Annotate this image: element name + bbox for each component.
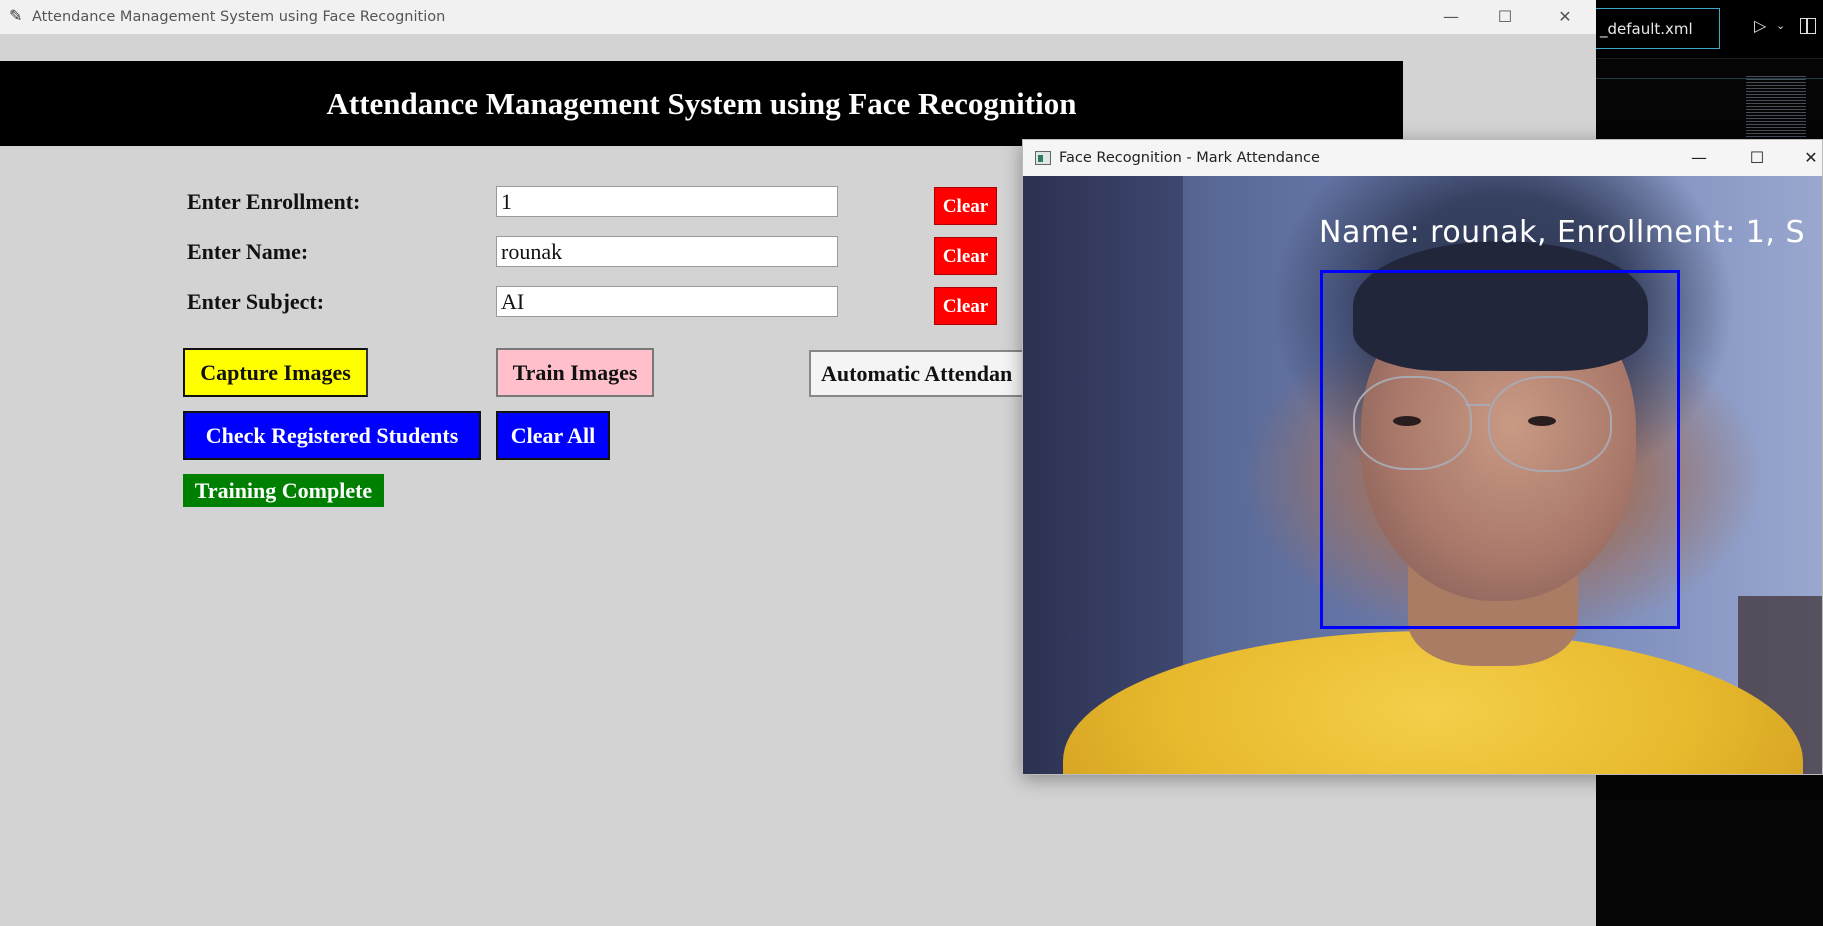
opencv-window-icon [1035,151,1051,165]
minimize-button[interactable]: — [1426,0,1476,34]
name-label: Enter Name: [187,239,309,264]
close-button[interactable]: ✕ [1540,0,1590,34]
camera-feed: Name: rounak, Enrollment: 1, S [1023,176,1822,774]
page-title: Attendance Management System using Face … [0,61,1403,146]
capture-images-button[interactable]: Capture Images [183,348,368,397]
automatic-attendance-button[interactable]: Automatic Attendan [809,350,1049,397]
enrollment-label: Enter Enrollment: [187,189,361,214]
subject-label: Enter Subject: [187,289,325,314]
subject-input[interactable]: AI [496,286,838,317]
clear-subject-button[interactable]: Clear [934,287,997,325]
face-detection-box [1320,270,1680,629]
editor-minimap[interactable] [1746,76,1806,138]
maximize-button[interactable]: ☐ [1480,0,1530,34]
face-window-title: Face Recognition - Mark Attendance [1059,150,1320,166]
split-editor-icon[interactable] [1800,18,1816,34]
enrollment-input[interactable]: 1 [496,186,838,217]
clear-all-button[interactable]: Clear All [496,411,610,460]
clear-enrollment-button[interactable]: Clear [934,187,997,225]
face-minimize-button[interactable]: — [1671,140,1727,176]
editor-tab[interactable]: _default.xml [1596,8,1720,49]
editor-tab-bar: _default.xml ▷ ⌄ [1596,0,1823,59]
run-icon[interactable]: ▷ [1754,16,1766,35]
feather-app-icon: ✎ [9,6,23,25]
face-recognition-window: Face Recognition - Mark Attendance — ☐ ✕… [1022,139,1823,775]
check-registered-students-button[interactable]: Check Registered Students [183,411,481,460]
face-window-titlebar[interactable]: Face Recognition - Mark Attendance — ☐ ✕ [1023,140,1822,176]
train-images-button[interactable]: Train Images [496,348,654,397]
status-badge: Training Complete [183,474,384,507]
name-input[interactable]: rounak [496,236,838,267]
main-titlebar[interactable]: ✎ Attendance Management System using Fac… [0,0,1596,34]
clear-name-button[interactable]: Clear [934,237,997,275]
face-maximize-button[interactable]: ☐ [1729,140,1785,176]
main-window-title: Attendance Management System using Face … [32,9,446,25]
chevron-down-icon[interactable]: ⌄ [1776,19,1785,32]
recognition-overlay-text: Name: rounak, Enrollment: 1, S [1319,215,1806,250]
face-close-button[interactable]: ✕ [1783,140,1822,176]
